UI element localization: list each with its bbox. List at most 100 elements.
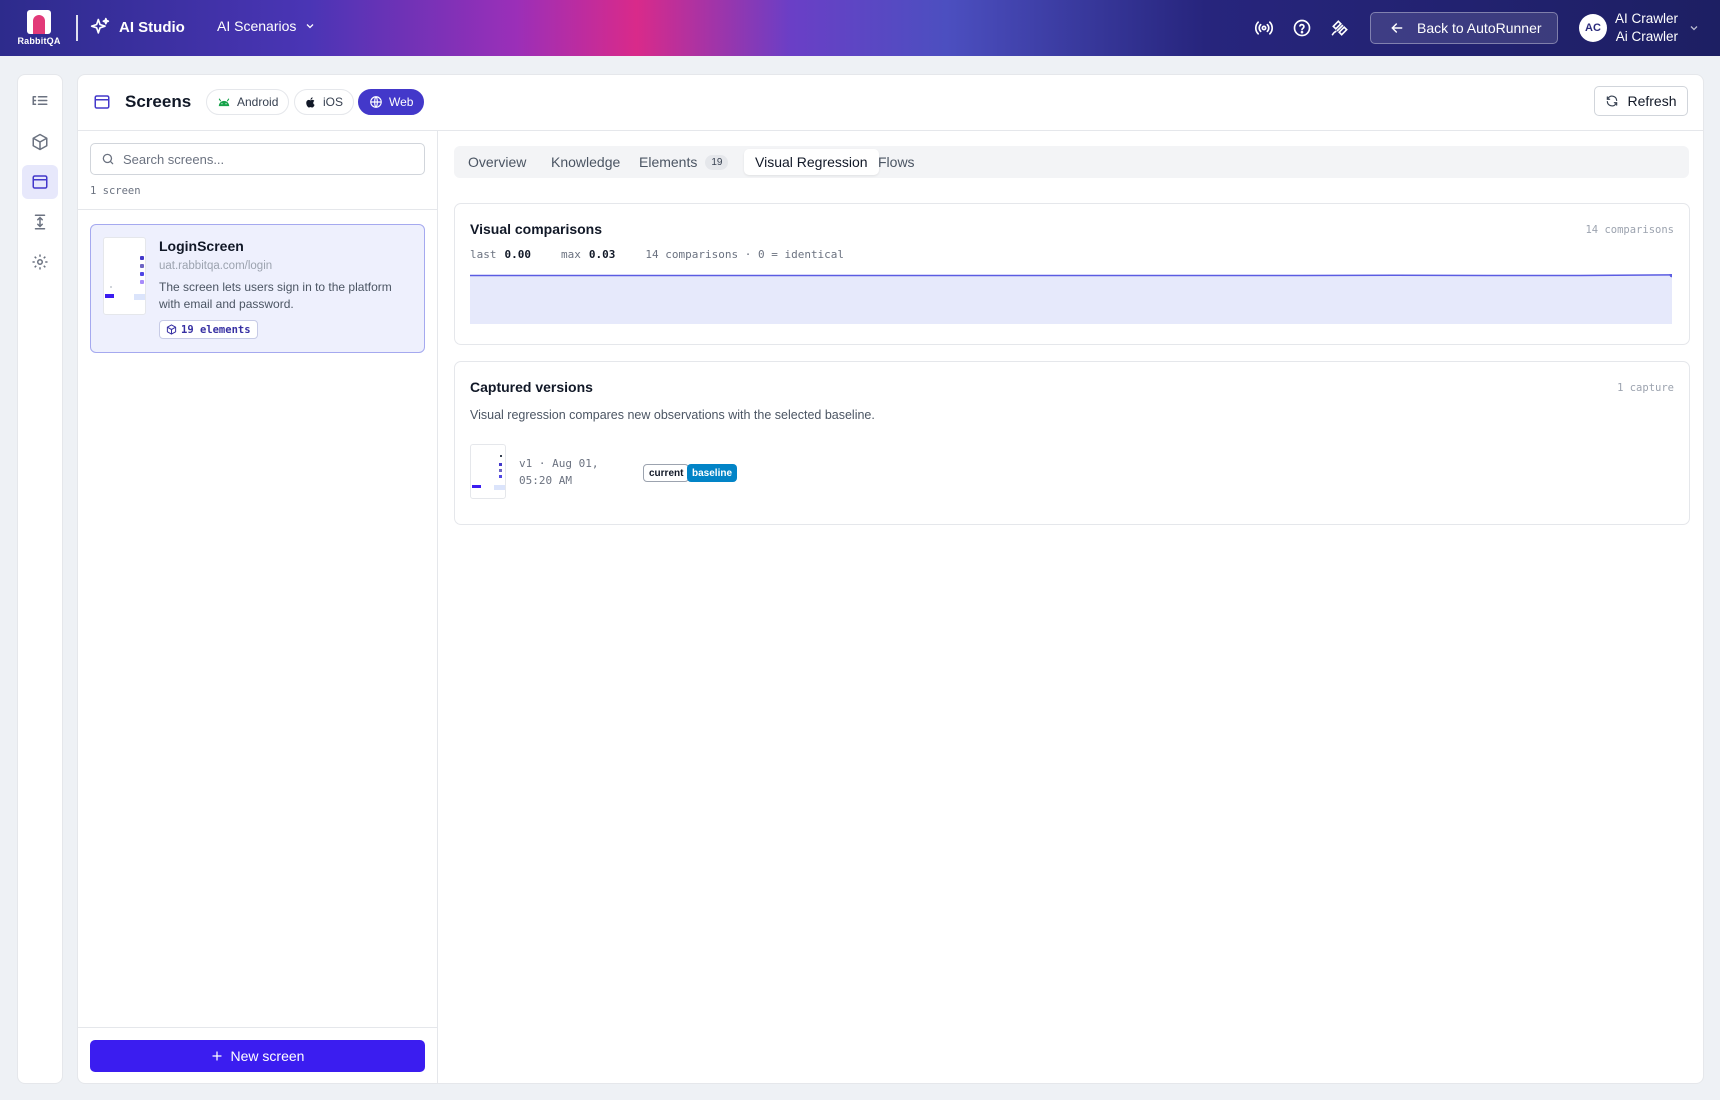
platform-filter-android[interactable]: Android	[206, 89, 290, 115]
tab-label: Flows	[878, 154, 915, 170]
browser-window-icon	[32, 175, 48, 189]
refresh-button[interactable]: Refresh	[1594, 86, 1688, 116]
platform-label: Web	[389, 95, 414, 109]
last-label: last	[470, 248, 497, 261]
section-title: Captured versions	[470, 379, 593, 395]
list-tree-icon	[32, 96, 48, 105]
captured-versions-panel: Captured versions 1 capture Visual regre…	[454, 361, 1690, 525]
back-to-autorunner-label: Back to AutoRunner	[1417, 20, 1542, 36]
platform-filter-ios[interactable]: iOS	[294, 89, 355, 115]
ai-studio-label: AI Studio	[119, 18, 185, 36]
globe-icon	[370, 96, 382, 108]
back-to-autorunner-button[interactable]: Back to AutoRunner	[1370, 12, 1558, 44]
brand-logo[interactable]: RabbitQA	[16, 10, 62, 48]
sparkle-icon	[90, 17, 110, 34]
top-bar: RabbitQA AI Studio AI Scenarios Back to …	[0, 0, 1720, 56]
max-value: 0.03	[588, 248, 616, 261]
screen-count: 1 screen	[90, 185, 141, 197]
ai-studio-link[interactable]: AI Studio	[90, 17, 185, 37]
brand-divider	[76, 15, 78, 41]
page-title: Screens	[125, 92, 192, 111]
new-screen-button[interactable]: New screen	[90, 1040, 425, 1072]
comparison-summary: 14 comparisons · 0 = identical	[645, 248, 845, 261]
tab-label: Overview	[468, 154, 527, 170]
version-thumbnail[interactable]	[470, 444, 506, 499]
search-box	[90, 143, 425, 175]
refresh-label: Refresh	[1627, 93, 1677, 109]
search-icon	[102, 153, 114, 165]
list-divider	[78, 209, 437, 210]
user-role: Ai Crawler	[1615, 29, 1679, 44]
section-title: Visual comparisons	[470, 221, 603, 237]
status-badge: baseline	[687, 464, 738, 482]
elements-badge: 19 elements	[159, 320, 258, 339]
tab-overview[interactable]: Overview	[457, 149, 537, 175]
version-label: v1 · Aug 01, 05:20 AM	[519, 457, 599, 487]
rail-item-settings[interactable]	[22, 245, 58, 279]
platform-label: Android	[237, 95, 279, 109]
difference-sparkline	[470, 274, 1672, 324]
user-name: AI Crawler	[1615, 11, 1679, 26]
android-icon	[218, 98, 230, 107]
ai-scenarios-menu[interactable]: AI Scenarios	[217, 18, 316, 34]
tab-flows[interactable]: Flows	[867, 149, 926, 175]
user-menu[interactable]: AI Crawler Ai Crawler	[1615, 10, 1678, 46]
sparkline-line	[470, 274, 1672, 277]
capture-count: 1 capture	[1617, 382, 1674, 394]
rail-item-elements[interactable]	[22, 125, 58, 159]
platform-label: iOS	[323, 95, 344, 109]
max-label: max	[561, 248, 581, 261]
visual-comparisons-panel: Visual comparisons 14 comparisons last 0…	[454, 203, 1690, 345]
comparison-stats: last 0.00 max 0.03 14 comparisons · 0 = …	[470, 248, 844, 261]
detail-tabs: Overview Knowledge Elements 19 Visual Re…	[454, 146, 1689, 178]
tab-elements[interactable]: Elements 19	[628, 149, 739, 175]
screen-description: The screen lets users sign in to the pla…	[159, 280, 392, 311]
rabbit-logo-icon	[27, 10, 51, 34]
comparison-count: 14 comparisons	[1585, 224, 1674, 236]
last-value: 0.00	[504, 248, 532, 261]
page-title-group: Screens	[93, 92, 191, 112]
sparkline-area	[470, 274, 1672, 324]
apple-icon	[306, 96, 315, 108]
screens-list-panel: 1 screen LoginScreen uat.rabbitqa.com/lo…	[78, 131, 438, 1083]
cube-icon	[32, 133, 48, 151]
screens-panel: Screens Android iOS Web Refresh 1 screen	[77, 74, 1704, 1084]
arrow-left-icon	[1391, 23, 1403, 33]
rail-item-flows[interactable]	[22, 205, 58, 239]
screens-header: Screens Android iOS Web Refresh	[78, 75, 1703, 131]
gear-icon	[32, 254, 48, 270]
section-description: Visual regression compares new observati…	[470, 408, 875, 422]
chevron-down-icon[interactable]	[1688, 22, 1700, 34]
list-item[interactable]: LoginScreen uat.rabbitqa.com/login The s…	[90, 224, 425, 353]
tab-count-badge: 19	[705, 154, 729, 170]
footer-divider	[78, 1027, 437, 1028]
left-rail	[17, 74, 63, 1084]
screen-url: uat.rabbitqa.com/login	[159, 260, 273, 272]
cube-icon	[166, 324, 177, 335]
refresh-icon	[1607, 95, 1618, 107]
chevron-down-icon	[306, 24, 314, 29]
vertical-split-icon	[34, 214, 46, 230]
avatar[interactable]: AC	[1579, 14, 1607, 42]
elements-badge-label: 19 elements	[181, 323, 251, 336]
tab-label: Visual Regression	[755, 154, 868, 170]
status-badge: current	[643, 464, 690, 482]
new-screen-label: New screen	[230, 1048, 305, 1064]
screen-thumbnail	[103, 237, 146, 315]
screen-details: Overview Knowledge Elements 19 Visual Re…	[439, 131, 1703, 1083]
satellite-icon[interactable]	[1330, 18, 1350, 38]
broadcast-icon[interactable]	[1254, 18, 1274, 38]
help-icon[interactable]	[1292, 18, 1312, 38]
tab-visual-regression[interactable]: Visual Regression	[744, 149, 879, 175]
tab-label: Knowledge	[551, 154, 621, 170]
brand-name: RabbitQA	[17, 36, 61, 46]
platform-filter-web[interactable]: Web	[358, 89, 425, 115]
tab-knowledge[interactable]: Knowledge	[540, 149, 631, 175]
ai-scenarios-label: AI Scenarios	[217, 18, 297, 34]
rail-item-scenarios[interactable]	[22, 85, 58, 119]
search-input[interactable]	[123, 151, 403, 167]
tab-label: Elements	[639, 154, 698, 170]
browser-window-icon	[94, 95, 110, 109]
plus-icon	[211, 1051, 222, 1061]
rail-item-screens[interactable]	[22, 165, 58, 199]
